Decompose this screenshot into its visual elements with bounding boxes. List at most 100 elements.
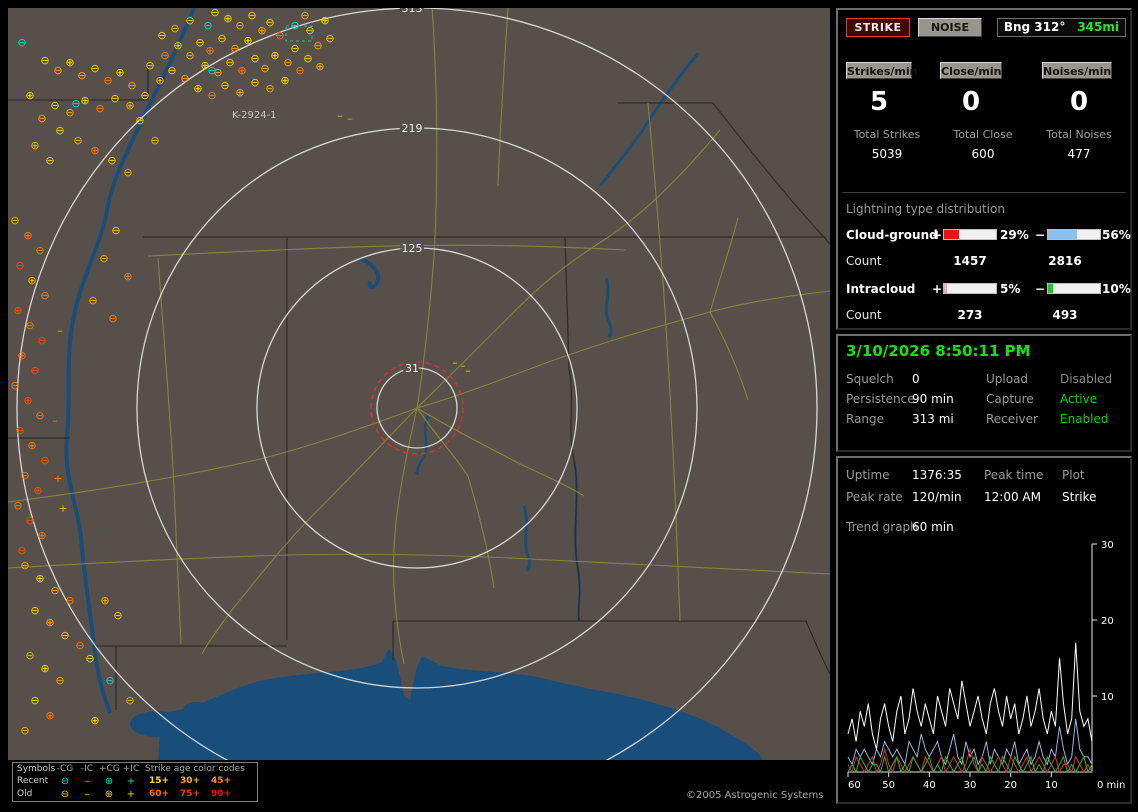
strike-marker: ⊖: [25, 649, 34, 662]
close-per-min-button[interactable]: Close/min: [940, 62, 1002, 79]
bearing-value: Bng 312°: [1003, 20, 1066, 34]
strike-marker: ⊖: [85, 652, 94, 665]
status-panel: 3/10/2026 8:50:11 PM Squelch 0 Upload Di…: [836, 334, 1132, 452]
strike-marker: ⊖: [99, 252, 108, 265]
strike-marker: ⊖: [20, 469, 29, 482]
strike-marker: ⊕: [80, 94, 89, 107]
strike-marker: ⊖: [53, 64, 62, 77]
squelch-row: Squelch 0 Upload Disabled: [838, 372, 1130, 388]
strike-marker: ⊕: [90, 714, 99, 727]
strikes-per-min-button[interactable]: Strikes/min: [846, 62, 918, 79]
cloud-ground-row: Cloud-ground + 29% − 56%: [838, 228, 1131, 243]
legend-col-neg-ic: -IC: [80, 764, 94, 774]
uptime-row: Uptime 1376:35 Peak time Plot: [838, 468, 1130, 484]
receiver-label: Receiver: [986, 412, 1038, 426]
y-tick-label: 30: [1101, 540, 1114, 551]
strike-marker: ⊕: [25, 89, 34, 102]
strike-marker: ⊖: [123, 166, 132, 179]
strike-marker: –: [452, 356, 458, 369]
strike-marker: ⊖: [325, 32, 334, 45]
cg-plus-bar: [943, 229, 997, 240]
ic-minus-count: 493: [1052, 308, 1078, 322]
strike-marker: ⊖: [145, 59, 154, 72]
range-row: Range 313 mi Receiver Enabled: [838, 412, 1130, 428]
x-tick-label: 10: [1045, 780, 1058, 791]
strike-marker: –: [57, 324, 63, 337]
x-tick-label: 30: [964, 780, 977, 791]
upload-label: Upload: [986, 372, 1029, 386]
strike-marker: ⊖: [40, 454, 49, 467]
legend-col-pos-ic: +IC: [122, 764, 140, 774]
strike-marker: ⊖: [103, 74, 112, 87]
strike-marker: ⊖: [55, 124, 64, 137]
strike-marker: ⊖: [260, 62, 269, 75]
recent-neg-cg-icon: ⊖: [60, 776, 70, 787]
ic-plus-bar: [943, 283, 997, 294]
strike-marker: ⊖: [275, 29, 284, 42]
map-canvas[interactable]: 31321912531⊖ ⊕⊖⊖⊕⊖⊖⊕⊖⊖⊕⊖⊖⊕⊖⊖⊕⊖⊖⊕⊖⊖⊖⊕⊖⊖⊕⊖⊖…: [7, 0, 831, 809]
strike-marker: ⊕: [320, 14, 329, 27]
strike-marker: ⊖: [203, 19, 212, 32]
total-noises-value: 477: [1067, 147, 1091, 161]
strike-marker: ⊕: [125, 99, 134, 112]
strike-marker: ⊖: [185, 49, 194, 62]
strike-marker: ⊖: [88, 294, 97, 307]
intracloud-row: Intracloud + 5% − 10%: [838, 282, 1131, 297]
ic-plus-count: 273: [957, 308, 983, 322]
cg-plus-count: 1457: [953, 254, 987, 268]
capture-status: Active: [1060, 392, 1098, 406]
strike-marker: ⊖: [37, 334, 46, 347]
legend-col-pos-cg: +CG: [99, 764, 120, 774]
legend-old-row: Old ⊖ – ⊕ + 60+ 75+ 90+: [13, 789, 257, 801]
strike-marker: ⊖: [50, 584, 59, 597]
noises-per-min-button[interactable]: Noises/min: [1042, 62, 1112, 79]
strike-marker: ⊖: [207, 64, 216, 77]
strike-marker: ⊖: [180, 72, 189, 85]
noise-button[interactable]: NOISE: [918, 18, 982, 37]
strike-marker: ⊖: [250, 76, 259, 89]
trend-graph-row: Trend graph 60 min: [838, 520, 1130, 536]
age-45: 45+: [211, 776, 232, 786]
legend-recent-row: Recent ⊖ – ⊕ + 15+ 30+ 45+: [13, 776, 257, 788]
strike-marker: ⊖: [10, 214, 19, 227]
strike-marker: ⊖: [25, 514, 34, 527]
ring-label: 125: [402, 242, 423, 255]
strike-marker: ⊕: [30, 139, 39, 152]
strike-marker: ⊖: [45, 154, 54, 167]
bearing-distance: 345mi: [1077, 20, 1119, 34]
y-tick-label: 10: [1101, 692, 1114, 703]
strike-marker: ⊖: [55, 674, 64, 687]
lightning-map[interactable]: 313 219 125 31 ⊖ ⊕ ⊖ ⊖ ⊕ ⊖ ⊖ ⊕ ⊖ ⊖ ⊕ ⊖ ⊖ ⊕ ⊖ ⊖ ⊕ ⊖ ⊖ ⊕ ⊖ ⊖ ⊖ ⊕ ⊖ ⊖ ⊕ ⊖ ⊖…: [7, 0, 831, 809]
strike-marker: ⊕: [223, 12, 232, 25]
persistence-label: Persistence: [846, 392, 915, 406]
station-label: K-2924-1: [232, 110, 277, 121]
strike-marker: ⊕: [35, 572, 44, 585]
cg-minus-bar-fill: [1048, 230, 1078, 239]
strike-marker: ⊖: [30, 694, 39, 707]
strike-marker: ⊖: [15, 424, 24, 437]
plus-sign: +: [932, 282, 943, 296]
trend-panel: Uptime 1376:35 Peak time Plot Peak rate …: [836, 456, 1132, 804]
section-divider: [842, 192, 1126, 193]
ring-label: 31: [405, 362, 419, 375]
strike-marker: ⊖: [290, 42, 299, 55]
legend-symbols-header: Symbols: [17, 764, 56, 774]
strike-marker: ⊖: [170, 22, 179, 35]
strike-marker: ⊖: [35, 244, 44, 257]
strike-marker: ⊖: [30, 604, 39, 617]
series-intracloud: [847, 754, 1093, 774]
x-end-label: 0 min: [1097, 780, 1125, 791]
ic-minus-bar: [1047, 283, 1101, 294]
strike-marker: ⊕: [27, 439, 36, 452]
strike-marker: ⊖: [185, 14, 194, 27]
close-per-min-value: 0: [961, 87, 981, 117]
strike-button[interactable]: STRIKE: [846, 18, 910, 37]
strike-marker: ⊖: [71, 97, 80, 110]
strike-marker: ⊖: [10, 379, 19, 392]
recent-pos-cg-icon: ⊕: [104, 776, 114, 787]
legend-age-title: Strike age color codes: [145, 764, 245, 774]
chart-axes: [848, 544, 1093, 773]
age-60: 60+: [149, 789, 170, 799]
strike-marker: ⊖: [111, 224, 120, 237]
strike-marker: ⊕: [65, 56, 74, 69]
